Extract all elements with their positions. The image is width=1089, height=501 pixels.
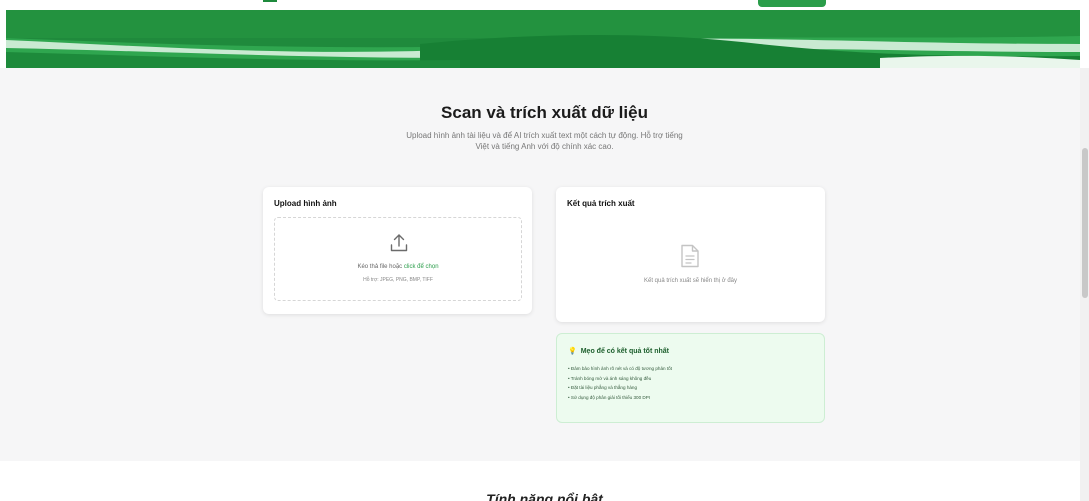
subtitle-line-1: Upload hình ảnh tài liệu và để AI trích … (406, 131, 683, 140)
dropzone-instructions: Kéo thả file hoặc click để chọn (275, 264, 521, 270)
supported-formats: Hỗ trợ: JPEG, PNG, BMP, TIFF (363, 277, 433, 283)
tips-heading: 💡 Mẹo để có kết quả tốt nhất (568, 347, 669, 355)
dropzone-text: Kéo thả file hoặc (357, 264, 404, 270)
upload-card: Upload hình ảnh Kéo thả file hoặc click … (263, 187, 532, 314)
features-heading: Tính năng nổi bật (486, 491, 603, 501)
hero-banner (0, 0, 1089, 68)
tips-box: 💡 Mẹo để có kết quả tốt nhất • Đảm bảo hì… (556, 333, 825, 423)
result-card-heading: Kết quả trích xuất (567, 199, 635, 208)
upload-dropzone[interactable]: Kéo thả file hoặc click để chọn Hỗ trợ: … (274, 217, 522, 301)
upload-card-heading: Upload hình ảnh (274, 199, 337, 208)
hero-wave-graphic (0, 0, 1089, 68)
lightbulb-icon: 💡 (568, 348, 577, 355)
tip-item: • Sử dụng độ phân giải tối thiểu 300 DPI (568, 394, 651, 400)
tip-item: • Đặt tài liệu phẳng và thẳng hàng (568, 385, 638, 390)
page-subtitle: Upload hình ảnh tài liệu và để AI trích … (0, 130, 1089, 152)
scan-section (6, 68, 1080, 461)
tips-heading-text: Mẹo để có kết quả tốt nhất (580, 348, 670, 355)
result-placeholder: Kết quả trích xuất sẽ hiển thị ở đây (644, 278, 737, 284)
document-icon (681, 244, 699, 268)
scrollbar-thumb[interactable] (1082, 148, 1088, 298)
nav-active-indicator (263, 0, 277, 2)
upload-icon (390, 234, 408, 252)
nav-pill-button[interactable] (758, 0, 826, 7)
page-title: Scan và trích xuất dữ liệu (441, 103, 648, 122)
result-card: Kết quả trích xuất Kết quả trích xuất sẽ… (556, 187, 825, 322)
tip-item: • Đảm bảo hình ảnh rõ nét và có độ tương… (568, 366, 672, 371)
tips-list: • Đảm bảo hình ảnh rõ nét và có độ tương… (568, 364, 672, 402)
click-to-choose-link[interactable]: click để chọn (404, 264, 439, 270)
tip-item: • Tránh bóng mờ và ánh sáng không đều (568, 375, 652, 381)
subtitle-line-2: Việt và tiếng Anh với độ chính xác cao. (475, 142, 614, 151)
